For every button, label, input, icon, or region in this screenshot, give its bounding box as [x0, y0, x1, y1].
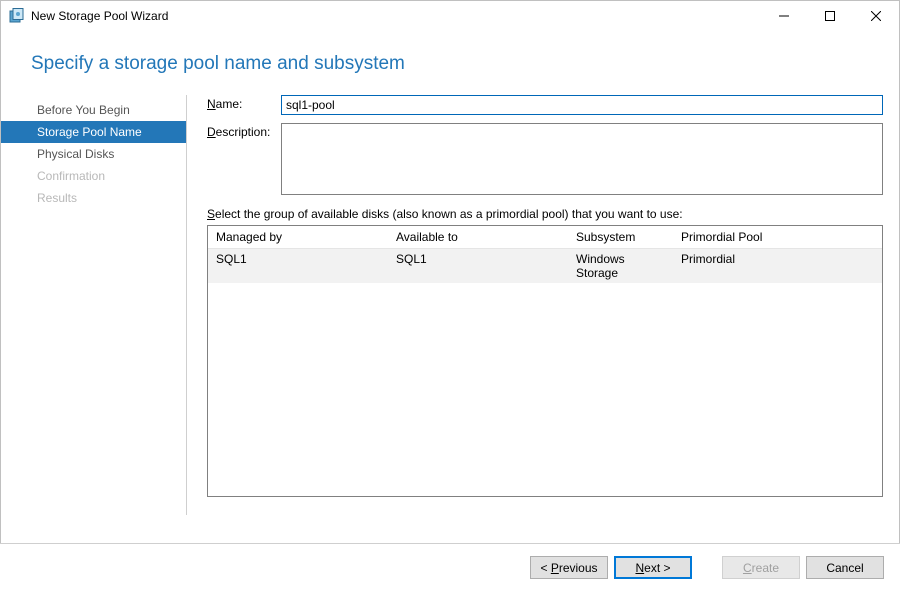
col-header-managed-by[interactable]: Managed by [208, 226, 388, 249]
cancel-button[interactable]: Cancel [806, 556, 884, 579]
title-bar: New Storage Pool Wizard [1, 1, 899, 31]
table-header: Managed by Available to Subsystem Primor… [208, 226, 882, 249]
page-heading: Specify a storage pool name and subsyste… [1, 31, 899, 95]
description-input[interactable] [281, 123, 883, 195]
previous-button[interactable]: < Previous [530, 556, 608, 579]
form-area: Name: Description: Select the group of a… [207, 95, 883, 515]
sidebar-item-physical-disks[interactable]: Physical Disks [1, 143, 186, 165]
wizard-footer: < Previous Next > Create Cancel [0, 543, 900, 591]
cell-available-to: SQL1 [388, 249, 568, 283]
table-row[interactable]: SQL1 SQL1 Windows Storage Primordial [208, 249, 882, 283]
main-area: Before You Begin Storage Pool Name Physi… [1, 95, 899, 515]
sidebar-item-storage-pool-name[interactable]: Storage Pool Name [1, 121, 186, 143]
app-icon [9, 8, 25, 24]
create-button: Create [722, 556, 800, 579]
col-header-primordial-pool[interactable]: Primordial Pool [673, 226, 882, 249]
col-header-available-to[interactable]: Available to [388, 226, 568, 249]
sidebar-item-results: Results [1, 187, 186, 209]
select-group-label: Select the group of available disks (als… [207, 207, 883, 221]
window-title: New Storage Pool Wizard [31, 9, 761, 23]
window-controls [761, 1, 899, 31]
description-label: Description: [207, 123, 281, 195]
cell-primordial-pool: Primordial [673, 249, 882, 283]
close-button[interactable] [853, 1, 899, 31]
primordial-pool-table[interactable]: Managed by Available to Subsystem Primor… [207, 225, 883, 497]
cell-managed-by: SQL1 [208, 249, 388, 283]
wizard-steps-sidebar: Before You Begin Storage Pool Name Physi… [1, 95, 187, 515]
col-header-subsystem[interactable]: Subsystem [568, 226, 673, 249]
minimize-button[interactable] [761, 1, 807, 31]
name-input[interactable] [281, 95, 883, 115]
name-label: Name: [207, 95, 281, 115]
cell-subsystem: Windows Storage [568, 249, 673, 283]
content: Specify a storage pool name and subsyste… [1, 31, 899, 515]
next-button[interactable]: Next > [614, 556, 692, 579]
maximize-button[interactable] [807, 1, 853, 31]
sidebar-item-confirmation: Confirmation [1, 165, 186, 187]
sidebar-item-before-you-begin[interactable]: Before You Begin [1, 99, 186, 121]
